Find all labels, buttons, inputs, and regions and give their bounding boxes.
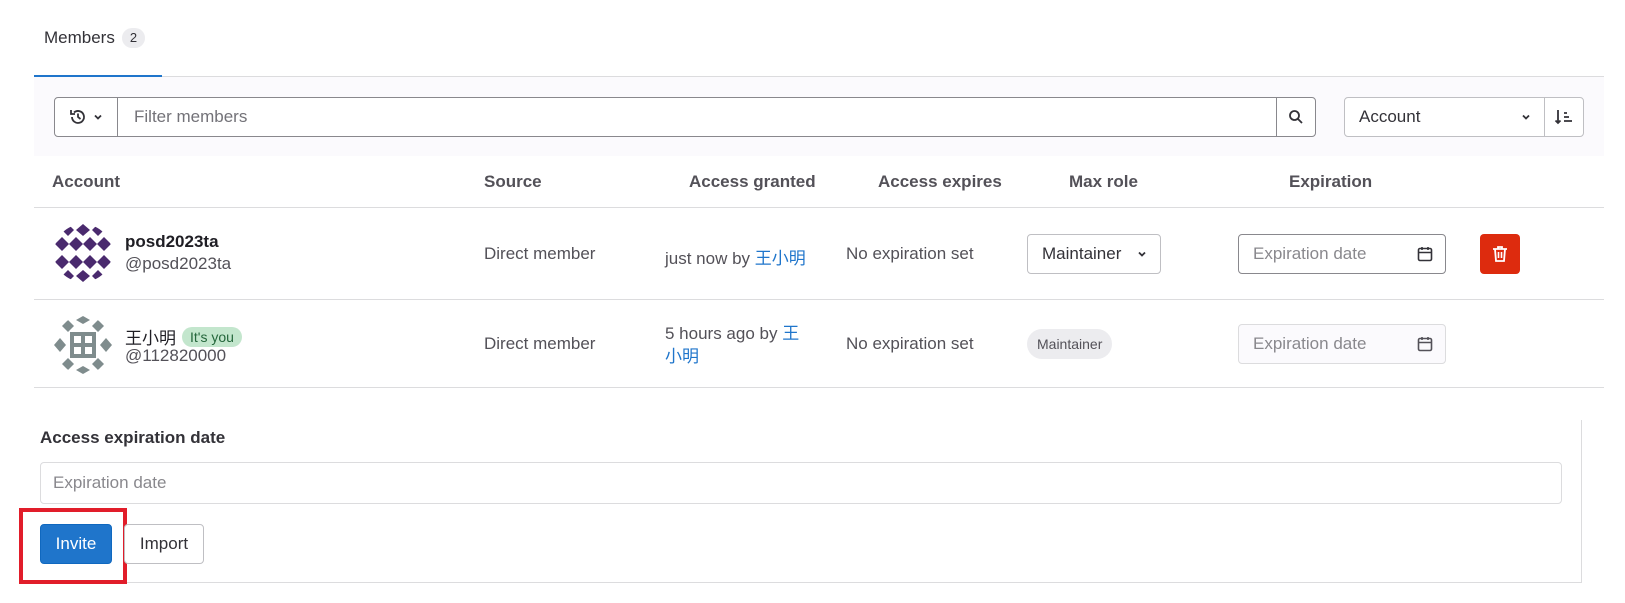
search-button[interactable]: [1276, 98, 1315, 136]
access-expires-text: No expiration set: [846, 244, 974, 263]
tab-members-count: 2: [121, 27, 146, 48]
avatar[interactable]: [54, 316, 112, 374]
search-icon: [1288, 109, 1304, 125]
invite-expiration-date-input[interactable]: [40, 462, 1562, 504]
access-expires-text: No expiration set: [846, 334, 974, 353]
expiration-placeholder: Expiration date: [1253, 334, 1367, 353]
calendar-icon: [1417, 246, 1433, 262]
header-source: Source: [484, 172, 542, 191]
table-row: posd2023ta @posd2023ta Direct member jus…: [34, 208, 1604, 300]
expiration-placeholder: Expiration date: [1253, 244, 1367, 263]
its-you-badge: It's you: [182, 326, 242, 347]
granted-by-link[interactable]: 王: [782, 324, 799, 343]
granted-by-link[interactable]: 小明: [665, 347, 699, 366]
granted-prefix: 5 hours ago by: [665, 324, 778, 343]
filtered-search: [54, 97, 1316, 137]
granted-prefix: just now by: [665, 249, 751, 268]
user-name-text: posd2023ta: [125, 232, 219, 251]
source-text: Direct member: [484, 334, 596, 353]
user-name[interactable]: posd2023ta: [125, 232, 219, 252]
header-expiration: Expiration: [1289, 172, 1373, 191]
members-table: Account Source Access granted Access exp…: [34, 156, 1604, 388]
role-dropdown-label: Maintainer: [1042, 244, 1122, 263]
expiration-date-input[interactable]: Expiration date: [1238, 234, 1446, 274]
remove-member-button[interactable]: [1480, 234, 1520, 274]
calendar-icon: [1417, 336, 1433, 352]
header-access-expires: Access expires: [878, 172, 1002, 191]
user-handle: @112820000: [125, 346, 227, 365]
table-row: 王小明 It's you @112820000 Direct member 5 …: [34, 300, 1604, 388]
sort-controls: Account: [1344, 97, 1584, 137]
sort-field-dropdown[interactable]: Account: [1345, 98, 1544, 136]
table-header: Account Source Access granted Access exp…: [34, 156, 1604, 208]
role-dropdown[interactable]: Maintainer: [1027, 234, 1161, 274]
import-button[interactable]: Import: [124, 524, 204, 564]
chevron-down-icon: [1136, 248, 1148, 260]
invite-button[interactable]: Invite: [40, 524, 112, 564]
sort-direction-button[interactable]: [1544, 98, 1583, 136]
source-text: Direct member: [484, 244, 596, 263]
members-tabs: Members 2: [34, 0, 1604, 77]
chevron-down-icon: [1520, 111, 1532, 123]
access-granted-text: just now by 王小明: [665, 244, 806, 269]
access-expiration-label: Access expiration date: [40, 428, 226, 447]
filter-members-input[interactable]: [118, 98, 1276, 136]
tab-members[interactable]: Members 2: [34, 0, 162, 77]
filter-bar: Account: [34, 77, 1604, 156]
header-access-granted: Access granted: [689, 172, 816, 191]
granted-by-link[interactable]: 王小明: [755, 249, 806, 268]
invite-panel: Access expiration date Invite Import: [19, 420, 1582, 584]
header-account: Account: [52, 172, 120, 191]
history-icon: [68, 107, 88, 127]
access-granted-text: 5 hours ago by 王 小明: [665, 322, 815, 368]
sort-ascending-icon: [1554, 108, 1574, 126]
trash-icon: [1492, 245, 1508, 263]
chevron-down-icon: [92, 111, 104, 123]
tab-members-label: Members: [44, 27, 115, 47]
user-handle: @posd2023ta: [125, 254, 232, 273]
expiration-date-input: Expiration date: [1238, 324, 1446, 364]
search-history-button[interactable]: [55, 98, 118, 136]
avatar[interactable]: [54, 224, 112, 282]
sort-field-label: Account: [1359, 107, 1421, 126]
header-max-role: Max role: [1069, 172, 1138, 191]
role-badge: Maintainer: [1027, 329, 1113, 359]
